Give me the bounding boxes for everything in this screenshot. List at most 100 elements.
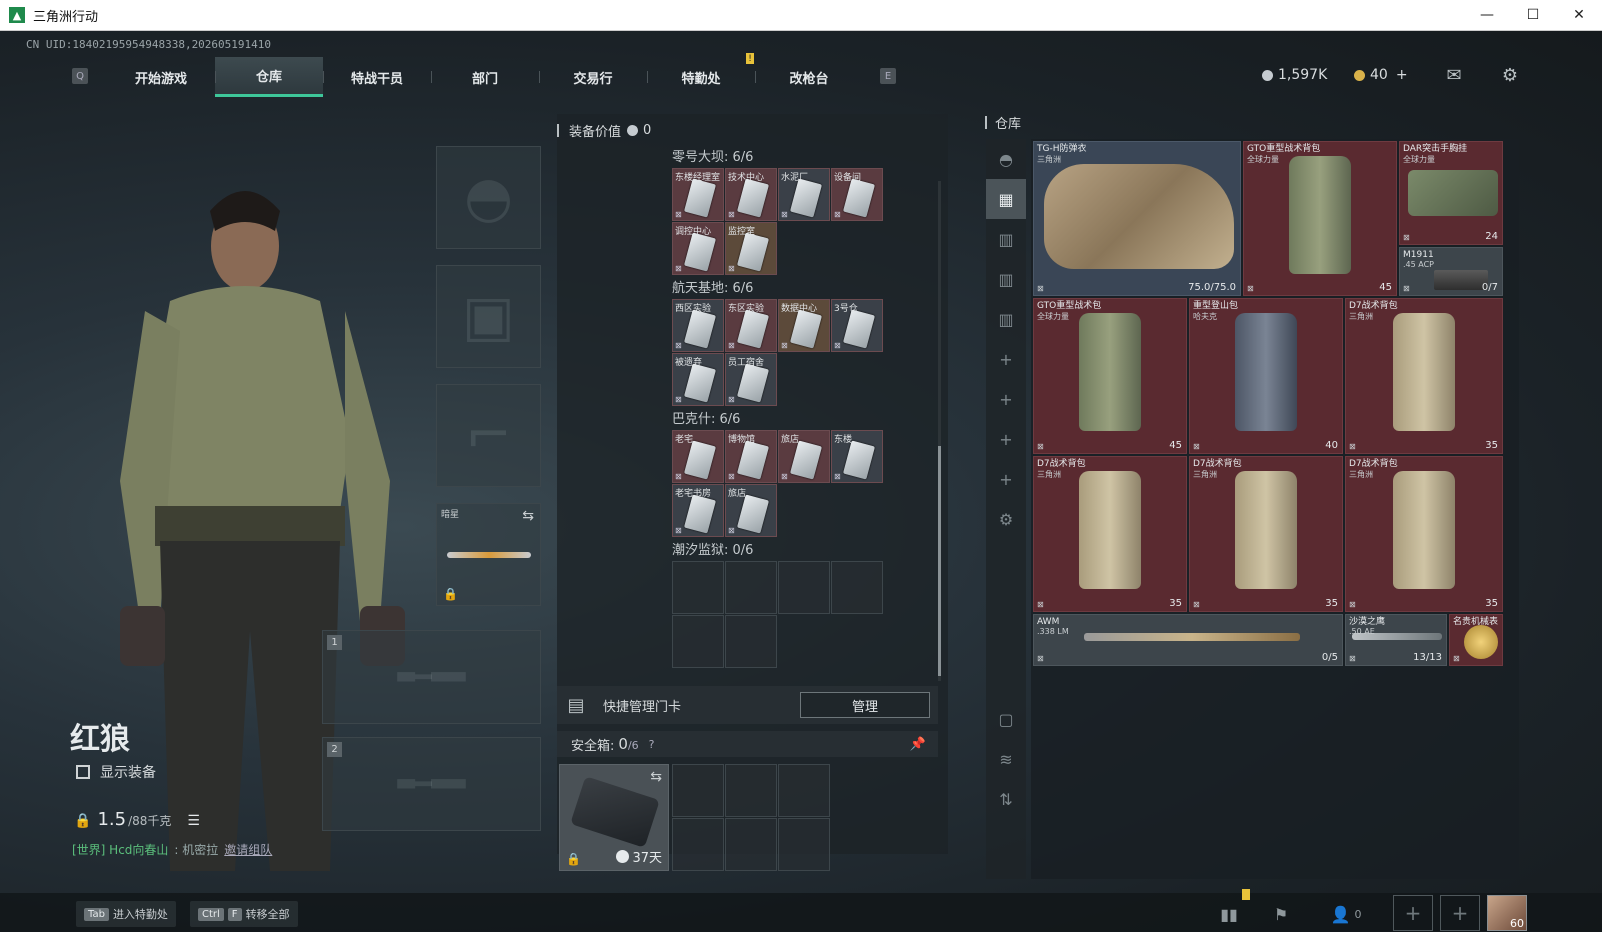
safe-cell[interactable] — [672, 764, 724, 817]
flag-icon[interactable]: ⚑ — [1268, 901, 1294, 927]
key-card-item[interactable]: 数据中心 ⊠ — [778, 299, 830, 352]
tab-special-ops[interactable]: 特勤处 — [647, 57, 755, 97]
warehouse-item[interactable]: GTO重型战术背包 全球力量 45 ⊠ — [1243, 141, 1397, 296]
safe-cell[interactable] — [725, 818, 777, 871]
melee-slot[interactable]: 暗星 ⇆ 🔒 — [436, 503, 541, 606]
squad-slot[interactable]: + — [1393, 895, 1433, 931]
safe-cell[interactable] — [672, 818, 724, 871]
safe-box-item[interactable]: ⇆ 🔒 37天 — [559, 764, 669, 871]
warehouse-item[interactable]: AWM .338 LM 0/5 ⊠ — [1033, 614, 1343, 666]
show-equipment-checkbox[interactable] — [76, 765, 90, 779]
mail-icon[interactable]: ✉ — [1443, 64, 1465, 86]
maximize-button[interactable]: ☐ — [1510, 0, 1556, 31]
key-card-empty-slot[interactable] — [831, 561, 883, 614]
storage-1-icon[interactable]: ▥ — [986, 219, 1026, 259]
squad-slot[interactable]: + — [1440, 895, 1480, 931]
tab-trading[interactable]: 交易行 — [539, 57, 647, 97]
key-card-item[interactable]: 水泥厂 ⊠ — [778, 168, 830, 221]
key-card-item[interactable]: 3号仓 ⊠ — [831, 299, 883, 352]
player-avatar[interactable]: 60 — [1487, 895, 1527, 931]
enter-special-ops-button[interactable]: Tab 进入特勤处 — [76, 901, 176, 927]
minimize-button[interactable]: — — [1464, 0, 1510, 31]
key-card-empty-slot[interactable] — [725, 615, 777, 668]
warehouse-item[interactable]: 沙漠之鹰 .50 AE 13/13 ⊠ — [1345, 614, 1447, 666]
helmet-filter-icon[interactable]: ◓ — [986, 139, 1026, 179]
storage-3-icon[interactable]: ▥ — [986, 299, 1026, 339]
safe-cell[interactable] — [778, 818, 830, 871]
manage-button[interactable]: 管理 — [800, 692, 930, 718]
keycard-icon: ▤ — [567, 694, 585, 716]
add-storage-icon[interactable]: + — [986, 339, 1026, 379]
pin-icon[interactable]: 📌 — [910, 737, 926, 752]
backpack-image — [1235, 313, 1297, 431]
secondary-weapon-slot[interactable]: 2 ╾━ — [322, 737, 541, 831]
key-card-item[interactable]: 老宅 ⊠ — [672, 430, 724, 483]
list-icon[interactable]: ☰ — [187, 813, 200, 829]
layers-icon[interactable]: ≋ — [986, 739, 1026, 779]
help-icon[interactable]: ? — [649, 738, 655, 751]
key-card-item[interactable]: 博物馆 ⊠ — [725, 430, 777, 483]
chat-invite-link[interactable]: 邀请组队 — [224, 843, 272, 857]
pistol-slot[interactable]: ⌐ — [436, 384, 541, 487]
key-card-item[interactable]: 调控中心 ⊠ — [672, 222, 724, 275]
item-subtitle: 三角洲 — [1037, 470, 1061, 479]
warehouse-item[interactable]: D7战术背包 三角洲 35 ⊠ — [1033, 456, 1187, 612]
sort-icon[interactable]: ⇅ — [986, 779, 1026, 819]
primary-weapon-slot[interactable]: 1 ╾━ — [322, 630, 541, 724]
key-card-empty-slot[interactable] — [778, 561, 830, 614]
transfer-all-button[interactable]: Ctrl F 转移全部 — [190, 901, 298, 927]
warehouse-item[interactable]: 名贵机械表 ⊠ — [1449, 614, 1503, 666]
add-storage-icon[interactable]: + — [986, 379, 1026, 419]
key-card-item[interactable]: 技术中心 ⊠ — [725, 168, 777, 221]
safe-cell[interactable] — [725, 764, 777, 817]
key-card-item[interactable]: 东楼经理室 ⊠ — [672, 168, 724, 221]
key-card-item[interactable]: 设备间 ⊠ — [831, 168, 883, 221]
warehouse-item[interactable]: GTO重型战术包 全球力量 45 ⊠ — [1033, 298, 1187, 454]
close-button[interactable]: ✕ — [1556, 0, 1602, 31]
tab-start-game[interactable]: 开始游戏 — [107, 57, 215, 97]
nav-prev-key[interactable]: Q — [72, 68, 88, 84]
show-equipment-toggle[interactable]: 显示装备 — [76, 762, 156, 782]
key-card-item[interactable]: 老宅书房 ⊠ — [672, 484, 724, 537]
warehouse-item[interactable]: TG-H防弹衣 三角洲 75.0/75.0 ⊠ — [1033, 141, 1241, 296]
key-card-item[interactable]: 监控室 ⊠ — [725, 222, 777, 275]
add-gold-button[interactable]: + — [1396, 67, 1408, 83]
warehouse-item[interactable]: D7战术背包 三角洲 35 ⊠ — [1189, 456, 1343, 612]
key-card-empty-slot[interactable] — [672, 615, 724, 668]
key-card-empty-slot[interactable] — [672, 561, 724, 614]
warehouse-item[interactable]: D7战术背包 三角洲 35 ⊠ — [1345, 456, 1503, 612]
tab-gunsmith[interactable]: 改枪台 — [755, 57, 863, 97]
armor-slot[interactable]: ▣ — [436, 265, 541, 368]
all-filter-icon[interactable]: ▦ — [986, 179, 1026, 219]
storage-2-icon[interactable]: ▥ — [986, 259, 1026, 299]
key-card-item[interactable]: 西区实验 ⊠ — [672, 299, 724, 352]
stats-chart-icon[interactable]: ▮▮ — [1216, 901, 1242, 927]
tab-operators[interactable]: 特战干员 — [323, 57, 431, 97]
helmet-icon: ◓ — [464, 165, 513, 230]
nav-next-key[interactable]: E — [880, 68, 896, 84]
helmet-slot[interactable]: ◓ — [436, 146, 541, 249]
key-card-item[interactable]: 东区实验 ⊠ — [725, 299, 777, 352]
key-card-item[interactable]: 东楼 ⊠ — [831, 430, 883, 483]
tab-warehouse[interactable]: 仓库 — [215, 57, 323, 97]
warehouse-item[interactable]: M1911.45 ACP 0/7 ⊠ — [1399, 247, 1503, 296]
friends-icon[interactable]: 👤 0 — [1326, 901, 1366, 927]
warehouse-item[interactable]: D7战术背包 三角洲 35 ⊠ — [1345, 298, 1503, 454]
warehouse-item[interactable]: 重型登山包 哈夫克 40 ⊠ — [1189, 298, 1343, 454]
keyring-scrollbar[interactable] — [938, 181, 941, 681]
settings-gear-icon[interactable]: ⚙ — [986, 499, 1026, 539]
key-card-item[interactable]: 旅店 ⊠ — [725, 484, 777, 537]
swap-icon[interactable]: ⇆ — [522, 508, 534, 524]
key-card-item[interactable]: 员工宿舍 ⊠ — [725, 353, 777, 406]
warehouse-item[interactable]: DAR突击手胸挂 全球力量 24 ⊠ — [1399, 141, 1503, 245]
add-storage-icon[interactable]: + — [986, 419, 1026, 459]
key-card-empty-slot[interactable] — [725, 561, 777, 614]
key-card-item[interactable]: 被遗弃 ⊠ — [672, 353, 724, 406]
swap-icon[interactable]: ⇆ — [650, 769, 662, 785]
key-card-item[interactable]: 旅店 ⊠ — [778, 430, 830, 483]
portrait-icon[interactable]: ▢ — [986, 699, 1026, 739]
tab-department[interactable]: 部门 — [431, 57, 539, 97]
settings-gear-icon[interactable]: ⚙ — [1499, 64, 1521, 86]
safe-cell[interactable] — [778, 764, 830, 817]
add-storage-icon[interactable]: + — [986, 459, 1026, 499]
